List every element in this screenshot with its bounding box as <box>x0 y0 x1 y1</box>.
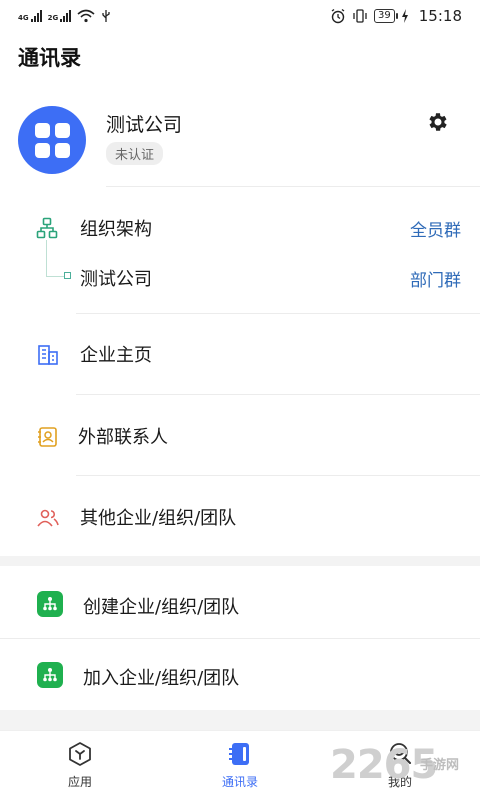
network-type-1: 4G <box>18 14 29 22</box>
grid-icon <box>34 122 70 158</box>
status-right: 39 15:18 <box>330 7 462 25</box>
clock: 15:18 <box>418 7 462 25</box>
signal-2g: 2G <box>48 10 72 22</box>
alarm-icon <box>331 8 345 24</box>
divider <box>76 394 480 395</box>
create-org-row[interactable]: 创建企业/组织/团队 <box>0 582 480 626</box>
battery-level: 39 <box>378 10 391 21</box>
section-gap <box>0 556 480 566</box>
menu-label: 外部联系人 <box>78 427 168 448</box>
menu-label: 企业主页 <box>80 345 152 366</box>
nav-contacts[interactable]: 通讯录 <box>200 741 280 790</box>
department-group-link[interactable]: 部门群 <box>410 266 461 291</box>
org-child-label: 测试公司 <box>80 269 152 290</box>
action-label: 创建企业/组织/团队 <box>83 597 240 618</box>
contact-card-icon <box>38 427 57 447</box>
company-name: 测试公司 <box>106 114 183 136</box>
page-title: 通讯录 <box>18 46 81 70</box>
action-label: 加入企业/组织/团队 <box>83 668 240 689</box>
vibrate-icon <box>353 9 367 23</box>
status-bar: 4G 2G 39 15:18 <box>0 0 480 32</box>
address-book-icon <box>229 743 249 765</box>
org-child-row[interactable]: 测试公司 部门群 <box>0 258 480 298</box>
divider <box>76 475 480 476</box>
org-tree-icon <box>37 591 63 617</box>
building-icon <box>38 345 58 365</box>
watermark-text: 手游网 <box>420 758 460 773</box>
org-structure-label: 组织架构 <box>80 219 152 240</box>
wifi-icon <box>77 9 95 23</box>
people-icon <box>37 509 59 527</box>
watermark-logo: 2265 手游网 <box>330 742 478 792</box>
org-chart-icon <box>36 217 58 239</box>
org-structure-row[interactable]: 组织架构 全员群 <box>0 208 480 248</box>
verification-badge: 未认证 <box>106 142 164 165</box>
org-tree-icon <box>37 662 63 688</box>
divider <box>76 313 480 314</box>
menu-label: 其他企业/组织/团队 <box>80 508 237 529</box>
section-gap <box>0 710 480 730</box>
status-left: 4G 2G <box>18 9 111 23</box>
signal-bars-icon <box>30 10 42 22</box>
nav-label: 应用 <box>67 775 92 789</box>
battery-icon: 39 <box>374 9 398 23</box>
company-card[interactable]: 测试公司 未认证 <box>18 104 462 174</box>
nav-apps[interactable]: 应用 <box>40 741 120 790</box>
charging-icon <box>401 9 408 23</box>
gear-icon[interactable] <box>426 110 450 134</box>
apps-icon <box>69 742 91 766</box>
join-org-row[interactable]: 加入企业/组织/团队 <box>0 652 480 696</box>
divider <box>106 186 480 187</box>
signal-bars-icon <box>60 10 72 22</box>
usb-icon <box>102 10 110 22</box>
menu-item-other-orgs[interactable]: 其他企业/组织/团队 <box>0 495 480 539</box>
menu-item-company-home[interactable]: 企业主页 <box>0 332 480 376</box>
company-logo <box>18 106 86 174</box>
signal-4g: 4G <box>18 10 42 22</box>
divider <box>0 638 480 639</box>
network-type-2: 2G <box>47 14 59 22</box>
all-staff-group-link[interactable]: 全员群 <box>410 216 461 241</box>
nav-label: 通讯录 <box>221 775 258 789</box>
menu-item-external-contacts[interactable]: 外部联系人 <box>0 414 480 458</box>
